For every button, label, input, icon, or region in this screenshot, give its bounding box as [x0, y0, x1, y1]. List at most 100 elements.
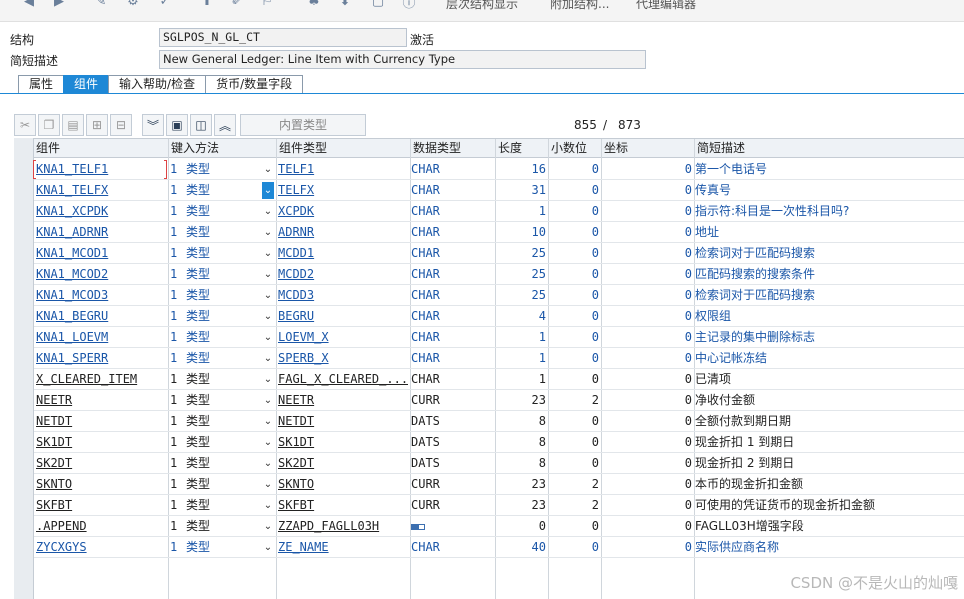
input-method-cell[interactable]: 类型: [186, 537, 256, 558]
component-type-cell[interactable]: LOEVM_X: [278, 327, 408, 348]
table-row[interactable]: NEETR 1 类型 ⌄ NEETR CURR 23 2 0 净收付金额: [34, 390, 964, 411]
row-selector-column[interactable]: [14, 138, 34, 599]
type-level-cell[interactable]: 1: [170, 390, 182, 411]
structure-name-field[interactable]: SGLPOS_N_GL_CT: [159, 28, 407, 47]
component-name-cell[interactable]: KNA1_SPERR: [36, 348, 166, 369]
activate-icon[interactable]: ⬆: [198, 0, 216, 10]
frame-icon[interactable]: ▢: [369, 0, 387, 10]
length-cell[interactable]: 1: [496, 327, 548, 348]
component-type-cell[interactable]: TELF1: [278, 159, 408, 180]
length-cell[interactable]: 10: [496, 222, 548, 243]
length-cell[interactable]: 23: [496, 474, 548, 495]
coordinate-cell[interactable]: 0: [602, 348, 694, 369]
length-cell[interactable]: 40: [496, 537, 548, 558]
length-cell[interactable]: 1: [496, 201, 548, 222]
input-method-cell[interactable]: 类型: [186, 390, 256, 411]
component-name-cell[interactable]: KNA1_MCOD3: [36, 285, 166, 306]
decimals-cell[interactable]: 0: [549, 327, 601, 348]
component-name-cell[interactable]: SKFBT: [36, 495, 166, 516]
length-cell[interactable]: 8: [496, 432, 548, 453]
tab-currency-quantity-fields[interactable]: 货币/数量字段: [205, 75, 304, 93]
chevron-down-icon[interactable]: ⌄: [262, 453, 274, 474]
table-row[interactable]: KNA1_MCOD2 1 类型 ⌄ MCDD2 CHAR 25 0 0 匹配码搜索的搜索条件: [34, 264, 964, 285]
type-level-cell[interactable]: 1: [170, 180, 182, 201]
decimals-cell[interactable]: 0: [549, 285, 601, 306]
component-name-cell[interactable]: KNA1_MCOD2: [36, 264, 166, 285]
table-row[interactable]: KNA1_XCPDK 1 类型 ⌄ XCPDK CHAR 1 0 0 指示符:科目是一次性科目吗?: [34, 201, 964, 222]
coordinate-cell[interactable]: 0: [602, 201, 694, 222]
chevron-down-icon[interactable]: ⌄: [262, 516, 274, 537]
type-level-cell[interactable]: 1: [170, 537, 182, 558]
append-structure-button[interactable]: 附加结构...: [550, 0, 609, 12]
component-type-cell[interactable]: ZE_NAME: [278, 537, 408, 558]
input-method-cell[interactable]: 类型: [186, 222, 256, 243]
component-name-cell[interactable]: KNA1_TELF1: [36, 159, 166, 180]
component-type-cell[interactable]: SPERB_X: [278, 348, 408, 369]
decimals-cell[interactable]: 0: [549, 537, 601, 558]
other-object-icon[interactable]: ⚙: [124, 0, 142, 10]
header-input-method[interactable]: 键入方法: [169, 139, 277, 158]
type-level-cell[interactable]: 1: [170, 474, 182, 495]
decimals-cell[interactable]: 0: [549, 369, 601, 390]
hierarchy-icon[interactable]: ♣: [305, 0, 323, 10]
component-type-cell[interactable]: BEGRU: [278, 306, 408, 327]
coordinate-cell[interactable]: 0: [602, 285, 694, 306]
type-level-cell[interactable]: 1: [170, 159, 182, 180]
coordinate-cell[interactable]: 0: [602, 495, 694, 516]
header-decimals[interactable]: 小数位: [549, 139, 601, 158]
input-method-cell[interactable]: 类型: [186, 516, 256, 537]
type-level-cell[interactable]: 1: [170, 327, 182, 348]
decimals-cell[interactable]: 0: [549, 348, 601, 369]
chevron-down-icon[interactable]: ⌄: [262, 474, 274, 495]
header-component[interactable]: 组件: [34, 139, 168, 158]
component-name-cell[interactable]: NEETR: [36, 390, 166, 411]
coordinate-cell[interactable]: 0: [602, 369, 694, 390]
type-level-cell[interactable]: 1: [170, 453, 182, 474]
input-method-cell[interactable]: 类型: [186, 243, 256, 264]
type-level-cell[interactable]: 1: [170, 201, 182, 222]
component-name-cell[interactable]: KNA1_LOEVM: [36, 327, 166, 348]
header-data-type[interactable]: 数据类型: [411, 139, 495, 158]
component-name-cell[interactable]: KNA1_XCPDK: [36, 201, 166, 222]
decimals-cell[interactable]: 0: [549, 411, 601, 432]
input-method-cell[interactable]: 类型: [186, 201, 256, 222]
decimals-cell[interactable]: 0: [549, 516, 601, 537]
input-method-cell[interactable]: 类型: [186, 306, 256, 327]
length-cell[interactable]: 25: [496, 264, 548, 285]
input-method-cell[interactable]: 类型: [186, 348, 256, 369]
chevron-down-icon[interactable]: ⌄: [262, 201, 274, 222]
test-icon[interactable]: ✐: [228, 0, 246, 10]
type-level-cell[interactable]: 1: [170, 411, 182, 432]
decimals-cell[interactable]: 0: [549, 243, 601, 264]
input-method-cell[interactable]: 类型: [186, 180, 256, 201]
forward-icon[interactable]: ▶: [50, 0, 68, 10]
tab-input-help-check[interactable]: 输入帮助/检查: [108, 75, 207, 93]
table-row[interactable]: KNA1_BEGRU 1 类型 ⌄ BEGRU CHAR 4 0 0 权限组: [34, 306, 964, 327]
table-row[interactable]: .APPEND 1 类型 ⌄ ZZAPD_FAGLL03H 0 0 0 FAGLL03H增强字段: [34, 516, 964, 537]
component-type-cell[interactable]: ADRNR: [278, 222, 408, 243]
table-row[interactable]: KNA1_TELF1 1 类型 ⌄ TELF1 CHAR 16 0 0 第一个电话号: [33, 159, 964, 180]
length-cell[interactable]: 25: [496, 285, 548, 306]
component-name-cell[interactable]: SKNTO: [36, 474, 166, 495]
info-icon[interactable]: ⓘ: [400, 0, 418, 11]
coordinate-cell[interactable]: 0: [602, 306, 694, 327]
proxy-editor-button[interactable]: 代理编辑器: [636, 0, 696, 12]
coordinate-cell[interactable]: 0: [602, 516, 694, 537]
type-level-cell[interactable]: 1: [170, 222, 182, 243]
scroll-down-icon[interactable]: ︾: [142, 114, 164, 136]
component-type-cell[interactable]: SK1DT: [278, 432, 408, 453]
coordinate-cell[interactable]: 0: [602, 411, 694, 432]
header-component-type[interactable]: 组件类型: [277, 139, 409, 158]
table-row[interactable]: KNA1_ADRNR 1 类型 ⌄ ADRNR CHAR 10 0 0 地址: [34, 222, 964, 243]
input-method-cell[interactable]: 类型: [186, 264, 256, 285]
check-icon[interactable]: ✓: [156, 0, 174, 10]
input-method-cell[interactable]: 类型: [186, 159, 256, 180]
coordinate-cell[interactable]: 0: [602, 327, 694, 348]
component-type-cell[interactable]: MCDD1: [278, 243, 408, 264]
input-method-cell[interactable]: 类型: [186, 411, 256, 432]
decimals-cell[interactable]: 2: [549, 495, 601, 516]
component-name-cell[interactable]: .APPEND: [36, 516, 166, 537]
builtin-type-button[interactable]: 内置类型: [240, 114, 366, 136]
header-coordinate[interactable]: 坐标: [602, 139, 694, 158]
input-method-cell[interactable]: 类型: [186, 285, 256, 306]
